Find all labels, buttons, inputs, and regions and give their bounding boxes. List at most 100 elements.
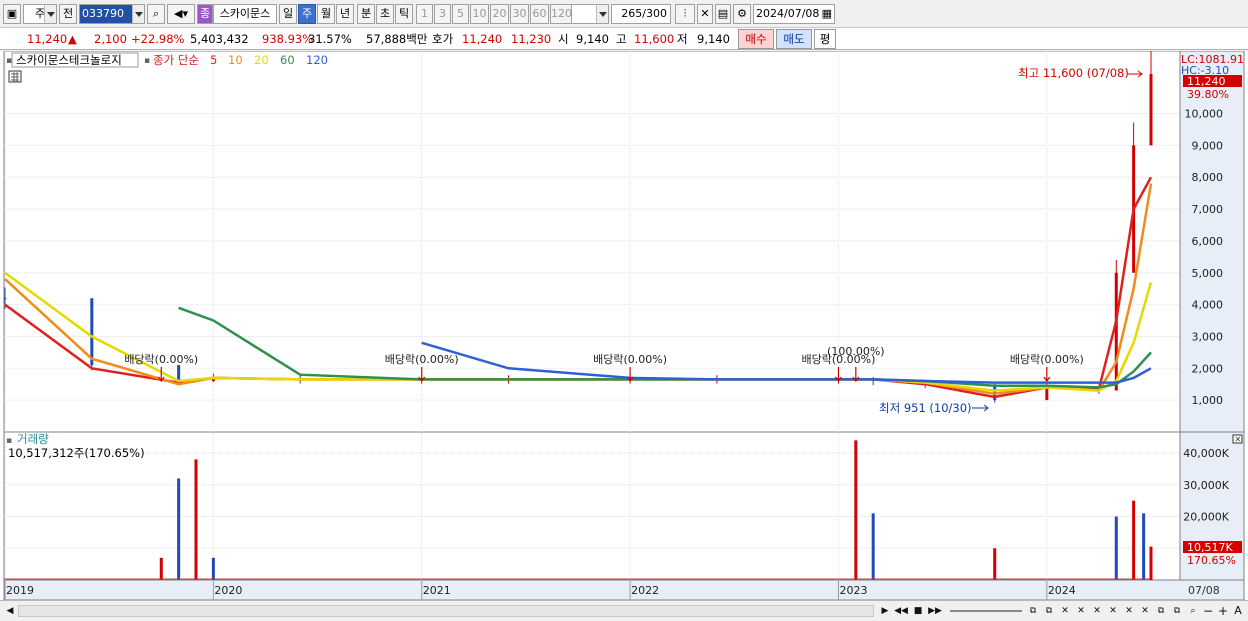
quote-bar: 11,240 ▲ 2,100 +22.98% 5,403,432 938.93%… (0, 28, 1248, 50)
event-label: 배당락(0.00%) (1010, 353, 1084, 366)
volume-bar (871, 513, 875, 580)
date-axis-right-label: 07/08 (1188, 584, 1220, 597)
interval-button[interactable]: 초 (376, 4, 394, 24)
chevron-down-icon (132, 5, 144, 23)
zoom-in-icon[interactable]: + (1216, 604, 1230, 618)
chevron-down-icon (596, 5, 608, 23)
volume-pane[interactable] (3, 431, 1181, 581)
up-arrow-icon: ▲ (68, 32, 77, 46)
low-label: 저 (677, 32, 688, 46)
volume-bar (177, 478, 181, 580)
last-pct-tag: 39.80% (1187, 88, 1229, 101)
count-button[interactable]: 30 (510, 4, 529, 24)
chart-scrollbar[interactable]: ◀ ▶ ◀◀ ■ ▶▶ ⧉ ⧉ ✕ ✕ ✕ ✕ ✕ ✕ ⧉ ⧉ ⌕ − + A (0, 600, 1248, 621)
count-button[interactable]: 3 (434, 4, 451, 24)
calendar-icon[interactable]: ▦ (822, 5, 832, 23)
scroll-track[interactable] (18, 605, 874, 617)
prev-button[interactable]: 전 (59, 4, 77, 24)
tool-icon-8[interactable]: ✕ (1138, 604, 1152, 618)
count-button[interactable]: 60 (530, 4, 549, 24)
count-button[interactable]: 20 (490, 4, 509, 24)
tool-icon-9[interactable]: ⧉ (1154, 604, 1168, 618)
tool-icon-5[interactable]: ✕ (1090, 604, 1104, 618)
candle-body (1045, 387, 1049, 401)
speaker-icon[interactable]: ◀︎▾ (167, 4, 195, 24)
interval-button[interactable]: 주 (298, 4, 316, 24)
change-pct: +22.98% (131, 32, 185, 46)
tool-icon-2[interactable]: ⧉ (1042, 604, 1056, 618)
tool-icon-10[interactable]: ⧉ (1170, 604, 1184, 618)
crosshair-icon[interactable]: ✕ (697, 4, 713, 24)
stock-code-value: 033790 (82, 7, 124, 20)
volume-bar (1149, 546, 1153, 580)
event-label: 배당락(0.00%) (593, 353, 667, 366)
period-type-select[interactable]: 주 (23, 4, 57, 24)
volume-title: 거래량 (17, 432, 49, 446)
tool-icon-7[interactable]: ✕ (1122, 604, 1136, 618)
buy-button[interactable]: 매수 (738, 29, 774, 49)
interval-button[interactable]: 틱 (395, 4, 413, 24)
zoom-out-icon[interactable]: − (1201, 604, 1215, 618)
ma-legend-item: 20 (254, 53, 269, 67)
fast-forward-icon[interactable]: ▶▶ (928, 604, 942, 618)
ma-legend-item: 120 (306, 53, 328, 67)
interval-button[interactable]: 분 (357, 4, 375, 24)
font-size-icon[interactable]: A (1231, 604, 1245, 618)
price-tick-label: 1,000 (1192, 394, 1224, 407)
bars-shown-field[interactable]: 265/300 (611, 4, 671, 24)
sell-button[interactable]: 매도 (776, 29, 812, 49)
price-tick-label: 6,000 (1192, 235, 1224, 248)
ma-label: 종가 단순 (153, 53, 199, 67)
chart-area[interactable]: 2019 2020 2021 2022 2023 2024 1,000 2,000 3,000… (0, 45, 1248, 601)
price-tick-label: 4,000 (1192, 299, 1224, 312)
stock-name-field[interactable]: 스카이문스 (213, 4, 277, 24)
interval-button[interactable]: 일 (279, 4, 297, 24)
chart-canvas[interactable]: 2019 2020 2021 2022 2023 2024 1,000 2,000 3,000… (0, 45, 1248, 601)
volume-bar (1114, 516, 1118, 580)
candle-icon[interactable]: ⫶ (675, 4, 695, 24)
date-value: 2024/07/08 (756, 7, 820, 20)
interval-button[interactable]: 월 (317, 4, 335, 24)
pane-marker-icon: ▪ (144, 56, 150, 66)
bid-price: 11,230 (511, 32, 552, 46)
volume-bar (159, 557, 163, 580)
save-icon[interactable]: ▤ (715, 4, 731, 24)
candle-body (3, 298, 7, 300)
count-select[interactable] (571, 4, 609, 24)
tool-icon-1[interactable]: ⧉ (1026, 604, 1040, 618)
rewind-icon[interactable]: ◀◀ (894, 604, 908, 618)
count-button[interactable]: 10 (470, 4, 489, 24)
tool-icon-6[interactable]: ✕ (1106, 604, 1120, 618)
count-button[interactable]: 1 (416, 4, 433, 24)
high-annotation: 최고 11,600 (07/08) (1018, 66, 1129, 80)
scroll-right-icon[interactable]: ▶ (878, 604, 892, 618)
avg-button[interactable]: 평 (814, 29, 836, 49)
ma-legend-item: 10 (228, 53, 243, 67)
tool-icon-4[interactable]: ✕ (1074, 604, 1088, 618)
date-field[interactable]: 2024/07/08 ▦ (753, 4, 835, 24)
interval-button[interactable]: 년 (336, 4, 354, 24)
price-tick-label: 8,000 (1192, 171, 1224, 184)
scroll-thumb[interactable] (19, 606, 873, 616)
gear-icon[interactable]: ⚙ (733, 4, 751, 24)
volume-bar (1142, 513, 1146, 580)
count-button[interactable]: 120 (550, 4, 572, 24)
low-price: 9,140 (697, 32, 730, 46)
stop-icon[interactable]: ■ (911, 604, 925, 618)
scroll-left-icon[interactable]: ◀ (3, 604, 17, 618)
tool-icon-3[interactable]: ✕ (1058, 604, 1072, 618)
stock-code-input[interactable]: 033790 (79, 4, 145, 24)
ask-price: 11,240 (462, 32, 503, 46)
stock-title: 스카이문스테크놀로지 (16, 53, 122, 67)
open-label: 시 (558, 32, 569, 46)
x-tick-label: 2022 (631, 584, 659, 597)
price-tick-label: 10,000 (1185, 108, 1224, 121)
search-icon[interactable]: ⌕ (147, 4, 165, 24)
count-button[interactable]: 5 (452, 4, 469, 24)
zoom-icon[interactable]: ⌕ (1186, 604, 1200, 618)
high-label: 고 (616, 32, 627, 46)
window-icon[interactable]: ▣ (3, 4, 21, 24)
speed-slider[interactable] (950, 610, 1022, 612)
price-tick-label: 3,000 (1192, 330, 1224, 343)
chevron-down-icon (44, 5, 56, 23)
